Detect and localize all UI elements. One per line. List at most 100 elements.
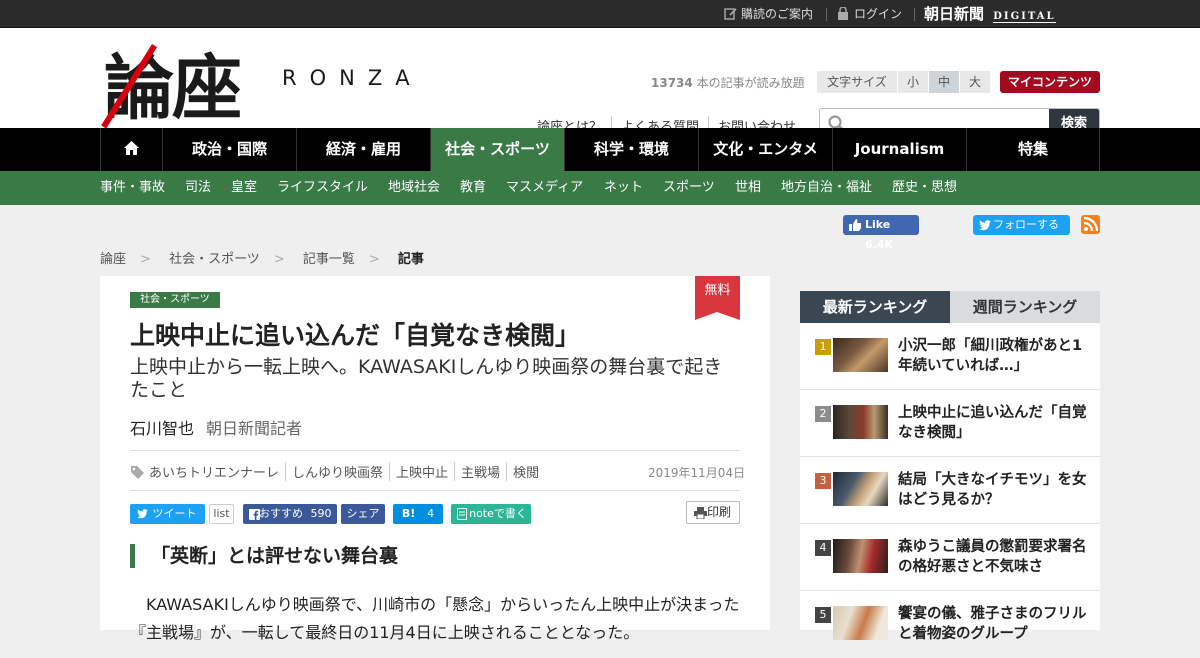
tag-icon	[131, 466, 144, 479]
subnav-item[interactable]: 世相	[735, 171, 761, 205]
breadcrumb-home[interactable]: 論座	[100, 252, 126, 267]
logo-kanji: 論座	[104, 46, 242, 129]
subnav-item[interactable]: ライフスタイル	[277, 171, 368, 205]
tag-item[interactable]: 検閲	[506, 462, 545, 481]
subnav-item[interactable]: ネット	[604, 171, 643, 205]
tab-latest-ranking[interactable]: 最新ランキング	[800, 291, 950, 323]
tag-item[interactable]: あいちトリエンナーレ	[145, 462, 285, 481]
tweet-button[interactable]: ツイート	[130, 504, 205, 524]
home-icon	[124, 141, 139, 155]
author-role: 朝日新聞記者	[206, 419, 303, 438]
font-size-medium[interactable]: 中	[929, 71, 960, 93]
facebook-share-button[interactable]: シェア	[341, 504, 385, 524]
font-size-label: 文字サイズ	[817, 71, 898, 93]
article-author: 石川智也 朝日新聞記者	[130, 415, 302, 439]
twitter-follow-button[interactable]: フォローする	[973, 215, 1070, 235]
breadcrumb-current: 記事	[397, 252, 424, 267]
ranking-item[interactable]: 4 森ゆうこ議員の懲罰要求署名の格好悪さと不気味さ	[800, 524, 1100, 591]
ranking-thumbnail	[833, 405, 888, 439]
tab-weekly-ranking[interactable]: 週間ランキング	[950, 291, 1100, 323]
ranking-title: 結局「大きなイチモツ」を女はどう見るか？	[898, 472, 1087, 508]
readable-number: 13734	[651, 76, 693, 90]
subnav-item[interactable]: スポーツ	[663, 171, 715, 205]
nav-home[interactable]	[100, 128, 162, 171]
ranking-title: 森ゆうこ議員の懲罰要求署名の格好悪さと不気味さ	[898, 539, 1087, 575]
ranking-item[interactable]: 5 饗宴の儀、雅子さまのフリルと着物姿のグループ	[800, 591, 1100, 658]
author-name[interactable]: 石川智也	[130, 419, 194, 438]
login-link[interactable]: ログイン	[837, 0, 902, 28]
twitter-bird-icon	[137, 509, 148, 519]
rank-number: 4	[815, 540, 831, 556]
subnav-item[interactable]: 地方自治・福祉	[781, 171, 872, 205]
rss-icon[interactable]	[1081, 215, 1100, 234]
logo-roman: RONZA	[282, 66, 423, 90]
subscribe-link[interactable]: 購読のご案内	[724, 0, 813, 28]
sub-nav: 事件・事故 司法 皇室 ライフスタイル 地域社会 教育 マスメディア ネット ス…	[0, 171, 1200, 205]
subscribe-label: 購読のご案内	[741, 7, 814, 21]
tag-item[interactable]: 主戦場	[454, 462, 506, 481]
my-contents-button[interactable]: マイコンテンツ	[1000, 71, 1100, 93]
free-badge: 無料	[695, 276, 740, 320]
brand-name: 朝日新聞	[924, 5, 985, 23]
article-subtitle: 上映中止から一転上映へ。KAWASAKIしんゆり映画祭の舞台裏で起きたこと	[130, 356, 723, 401]
tweet-label: ツイート	[152, 507, 197, 520]
divider	[130, 450, 740, 451]
readable-suffix: 本の記事が読み放題	[692, 76, 805, 90]
subnav-item[interactable]: 司法	[185, 171, 211, 205]
subnav-item[interactable]: 教育	[460, 171, 486, 205]
facebook-recommend-button[interactable]: おすすめ 590	[243, 504, 337, 524]
nav-economy[interactable]: 経済・雇用	[296, 128, 430, 171]
nav-science[interactable]: 科学・環境	[564, 128, 698, 171]
section-heading: 「英断」とは評せない舞台裏	[130, 544, 398, 568]
asahi-brand[interactable]: 朝日新聞 DIGITAL	[924, 0, 1056, 28]
hatena-bookmark-button[interactable]: B! 4	[393, 504, 443, 524]
login-label: ログイン	[854, 7, 903, 21]
article-body: KAWASAKIしんゆり映画祭で、川崎市の「懸念」からいったん上映中止が決まった…	[130, 591, 750, 647]
tag-item[interactable]: しんゆり映画祭	[285, 462, 389, 481]
facebook-icon	[249, 509, 260, 520]
edit-icon	[724, 8, 737, 20]
subnav-item[interactable]: 歴史・思想	[892, 171, 957, 205]
breadcrumb-category[interactable]: 社会・スポーツ	[169, 252, 260, 267]
ranking-thumbnail	[833, 472, 888, 506]
rank-number: 5	[815, 607, 831, 623]
fb-like-label: Like 6.4K	[865, 218, 894, 251]
facebook-like-button[interactable]: Like 6.4K	[843, 215, 919, 251]
subnav-item[interactable]: 事件・事故	[100, 171, 165, 205]
tag-item[interactable]: 上映中止	[389, 462, 454, 481]
main-nav: 政治・国際 経済・雇用 社会・スポーツ 科学・環境 文化・エンタメ Journa…	[0, 128, 1200, 171]
ronza-logo[interactable]: 論座 RONZA	[101, 38, 444, 129]
ranking-item[interactable]: 1 小沢一郎「細川政権があと1年続いていれば…」	[800, 323, 1100, 390]
font-size-small[interactable]: 小	[898, 71, 929, 93]
nav-culture[interactable]: 文化・エンタメ	[698, 128, 832, 171]
subnav-item[interactable]: 皇室	[231, 171, 257, 205]
nav-politics[interactable]: 政治・国際	[162, 128, 296, 171]
font-size-large[interactable]: 大	[960, 71, 990, 93]
ranking-thumbnail	[833, 338, 888, 372]
breadcrumb-list[interactable]: 記事一覧	[303, 252, 355, 267]
note-button[interactable]: noteで書く	[451, 504, 531, 524]
note-label: noteで書く	[469, 507, 527, 520]
font-size-control: 文字サイズ 小 中 大	[817, 71, 990, 93]
printer-icon	[694, 507, 707, 519]
category-badge[interactable]: 社会・スポーツ	[130, 292, 220, 308]
tw-follow-label: フォローする	[993, 218, 1059, 231]
rank-number: 2	[815, 406, 831, 422]
site-header: 論座 RONZA 13734 本の記事が読み放題 文字サイズ 小 中 大 マイコ…	[0, 28, 1200, 139]
readable-count: 13734 本の記事が読み放題	[651, 74, 805, 91]
rank-number: 1	[815, 339, 831, 355]
twitter-bird-icon	[979, 220, 991, 231]
subnav-item[interactable]: マスメディア	[506, 171, 583, 205]
ranking-sidebar: 最新ランキング 週間ランキング 1 小沢一郎「細川政権があと1年続いていれば…」…	[800, 291, 1100, 642]
tag-list: あいちトリエンナーレ しんゆり映画祭 上映中止 主戦場 検閲	[130, 462, 545, 481]
divider	[130, 490, 740, 491]
ranking-item[interactable]: 2 上映中止に追い込んだ「自覚なき検閲」	[800, 390, 1100, 457]
ranking-item[interactable]: 3 結局「大きなイチモツ」を女はどう見るか？	[800, 457, 1100, 524]
nav-features[interactable]: 特集	[966, 128, 1100, 171]
nav-society[interactable]: 社会・スポーツ	[430, 128, 564, 171]
twitter-list-button[interactable]: list	[209, 504, 234, 524]
subnav-item[interactable]: 地域社会	[388, 171, 440, 205]
body-paragraph: KAWASAKIしんゆり映画祭で、川崎市の「懸念」からいったん上映中止が決まった…	[130, 595, 740, 642]
print-button[interactable]: 印刷	[686, 501, 740, 524]
nav-journalism[interactable]: Journalism	[832, 128, 966, 171]
